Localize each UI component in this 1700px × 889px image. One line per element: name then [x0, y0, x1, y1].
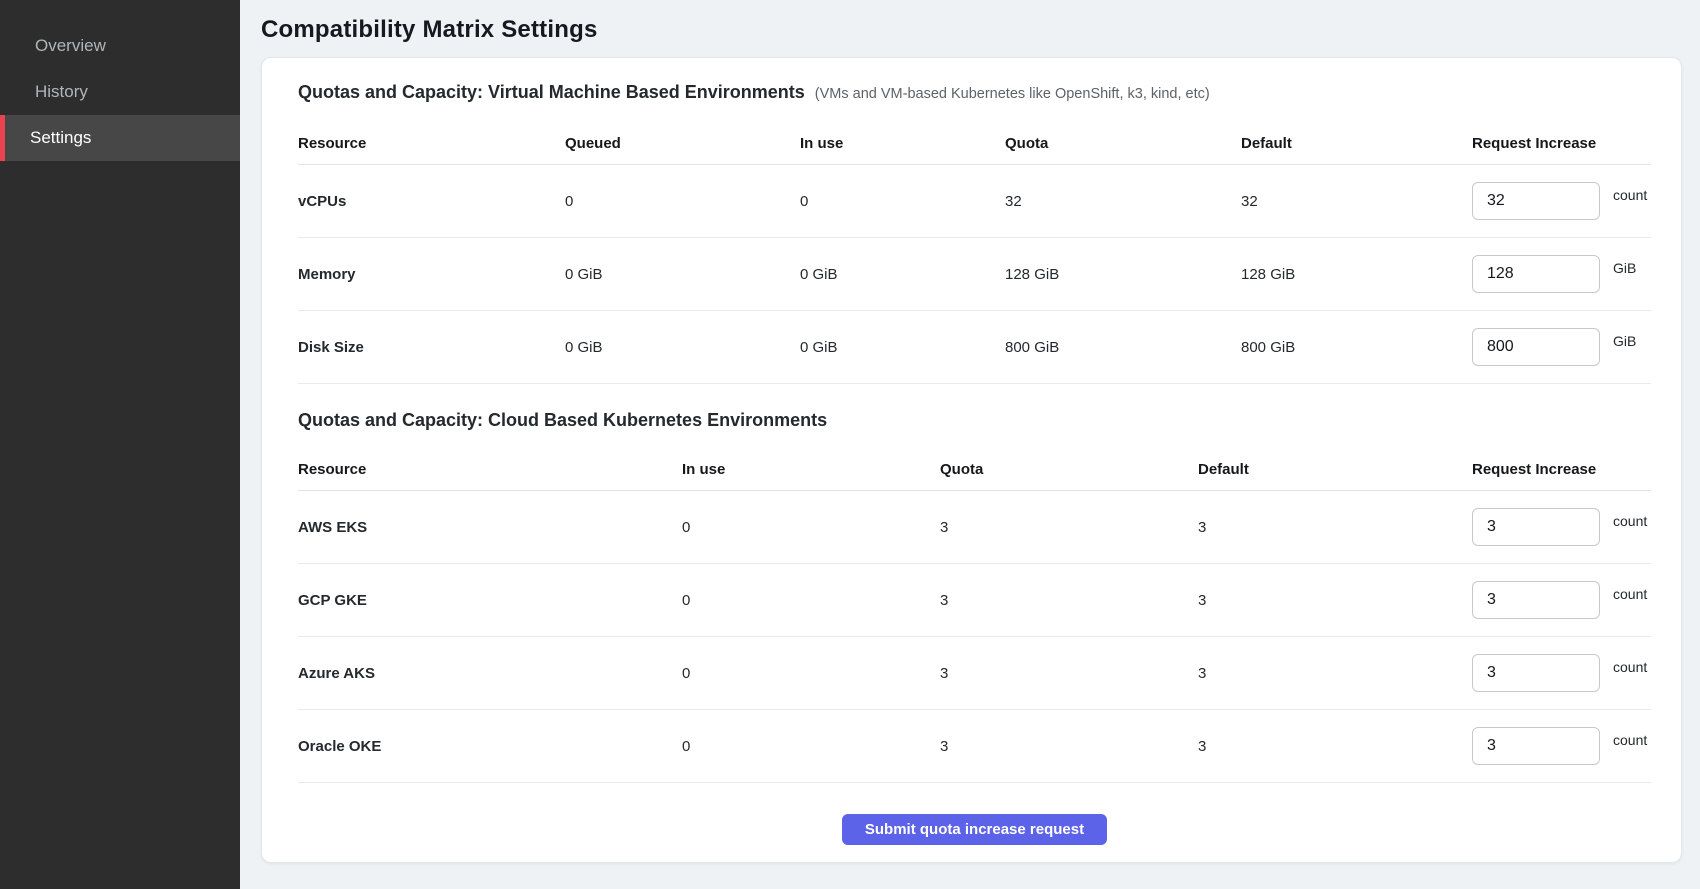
column-header-default: Default	[1241, 135, 1472, 152]
default-value: 3	[1198, 738, 1472, 755]
request-increase-cell: count	[1472, 182, 1651, 220]
in-use-value: 0	[682, 519, 940, 536]
resource-label: Memory	[298, 266, 565, 283]
settings-card: Quotas and Capacity: Virtual Machine Bas…	[261, 57, 1682, 863]
sidebar-item-label: Settings	[30, 128, 91, 148]
quota-value: 32	[1005, 193, 1241, 210]
sidebar-item-settings[interactable]: Settings	[0, 115, 240, 161]
in-use-value: 0	[682, 738, 940, 755]
sidebar-nav: Overview History Settings	[0, 23, 240, 161]
quota-value: 3	[940, 665, 1198, 682]
column-header-queued: Queued	[565, 135, 800, 152]
disk-size-request-input[interactable]	[1472, 328, 1600, 366]
unit-label: count	[1613, 586, 1647, 602]
section-title: Quotas and Capacity: Cloud Based Kuberne…	[298, 410, 827, 431]
default-value: 3	[1198, 519, 1472, 536]
resource-label: GCP GKE	[298, 592, 682, 609]
resource-label: Azure AKS	[298, 665, 682, 682]
queued-value: 0 GiB	[565, 339, 800, 356]
quota-value: 3	[940, 738, 1198, 755]
default-value: 3	[1198, 592, 1472, 609]
gcp-gke-request-input[interactable]	[1472, 581, 1600, 619]
main-content: Compatibility Matrix Settings Quotas and…	[240, 0, 1700, 889]
column-header-quota: Quota	[940, 461, 1198, 478]
oracle-oke-request-input[interactable]	[1472, 727, 1600, 765]
table-header-row: Resource In use Quota Default Request In…	[298, 449, 1651, 491]
vcpus-request-input[interactable]	[1472, 182, 1600, 220]
default-value: 3	[1198, 665, 1472, 682]
request-increase-cell: count	[1472, 654, 1651, 692]
sidebar-item-label: History	[35, 82, 88, 102]
quota-value: 800 GiB	[1005, 339, 1241, 356]
unit-label: GiB	[1613, 333, 1636, 349]
request-increase-cell: count	[1472, 581, 1651, 619]
resource-label: Disk Size	[298, 339, 565, 356]
table-row-vcpus: vCPUs 0 0 32 32 count	[298, 165, 1651, 238]
column-header-request-increase: Request Increase	[1472, 461, 1651, 478]
queued-value: 0 GiB	[565, 266, 800, 283]
unit-label: count	[1613, 732, 1647, 748]
aws-eks-request-input[interactable]	[1472, 508, 1600, 546]
section-header: Quotas and Capacity: Virtual Machine Bas…	[298, 82, 1651, 103]
table-row-memory: Memory 0 GiB 0 GiB 128 GiB 128 GiB GiB	[298, 238, 1651, 311]
request-increase-cell: GiB	[1472, 255, 1651, 293]
quota-value: 128 GiB	[1005, 266, 1241, 283]
table-row-gcp-gke: GCP GKE 0 3 3 count	[298, 564, 1651, 637]
unit-label: GiB	[1613, 260, 1636, 276]
column-header-in-use: In use	[800, 135, 1005, 152]
column-header-in-use: In use	[682, 461, 940, 478]
sidebar-item-label: Overview	[35, 36, 106, 56]
table-header-row: Resource Queued In use Quota Default Req…	[298, 123, 1651, 165]
section-vm-environments: Quotas and Capacity: Virtual Machine Bas…	[298, 82, 1651, 384]
quota-value: 3	[940, 592, 1198, 609]
unit-label: count	[1613, 659, 1647, 675]
in-use-value: 0	[682, 665, 940, 682]
default-value: 32	[1241, 193, 1472, 210]
in-use-value: 0	[800, 193, 1005, 210]
default-value: 800 GiB	[1241, 339, 1472, 356]
resource-label: AWS EKS	[298, 519, 682, 536]
vm-quota-table: Resource Queued In use Quota Default Req…	[298, 123, 1651, 384]
column-header-default: Default	[1198, 461, 1472, 478]
request-increase-cell: count	[1472, 727, 1651, 765]
section-header: Quotas and Capacity: Cloud Based Kuberne…	[298, 410, 1651, 431]
unit-label: count	[1613, 187, 1647, 203]
resource-label: Oracle OKE	[298, 738, 682, 755]
column-header-request-increase: Request Increase	[1472, 135, 1651, 152]
cloud-quota-table: Resource In use Quota Default Request In…	[298, 449, 1651, 783]
sidebar: Overview History Settings	[0, 0, 240, 889]
azure-aks-request-input[interactable]	[1472, 654, 1600, 692]
column-header-quota: Quota	[1005, 135, 1241, 152]
quota-value: 3	[940, 519, 1198, 536]
request-increase-cell: GiB	[1472, 328, 1651, 366]
page-title: Compatibility Matrix Settings	[261, 16, 1682, 44]
unit-label: count	[1613, 513, 1647, 529]
column-header-resource: Resource	[298, 135, 565, 152]
default-value: 128 GiB	[1241, 266, 1472, 283]
queued-value: 0	[565, 193, 800, 210]
in-use-value: 0	[682, 592, 940, 609]
app-root: Overview History Settings Compatibility …	[0, 0, 1700, 889]
memory-request-input[interactable]	[1472, 255, 1600, 293]
section-title: Quotas and Capacity: Virtual Machine Bas…	[298, 82, 805, 103]
table-row-oracle-oke: Oracle OKE 0 3 3 count	[298, 710, 1651, 783]
sidebar-item-overview[interactable]: Overview	[0, 23, 240, 69]
section-subtitle: (VMs and VM-based Kubernetes like OpenSh…	[815, 86, 1210, 102]
table-row-disk-size: Disk Size 0 GiB 0 GiB 800 GiB 800 GiB Gi…	[298, 311, 1651, 384]
in-use-value: 0 GiB	[800, 339, 1005, 356]
sidebar-item-history[interactable]: History	[0, 69, 240, 115]
table-row-aws-eks: AWS EKS 0 3 3 count	[298, 491, 1651, 564]
submit-quota-increase-button[interactable]: Submit quota increase request	[842, 814, 1107, 845]
resource-label: vCPUs	[298, 193, 565, 210]
table-row-azure-aks: Azure AKS 0 3 3 count	[298, 637, 1651, 710]
request-increase-cell: count	[1472, 508, 1651, 546]
submit-row: Submit quota increase request	[298, 814, 1651, 845]
section-cloud-kubernetes: Quotas and Capacity: Cloud Based Kuberne…	[298, 410, 1651, 783]
column-header-resource: Resource	[298, 461, 682, 478]
in-use-value: 0 GiB	[800, 266, 1005, 283]
